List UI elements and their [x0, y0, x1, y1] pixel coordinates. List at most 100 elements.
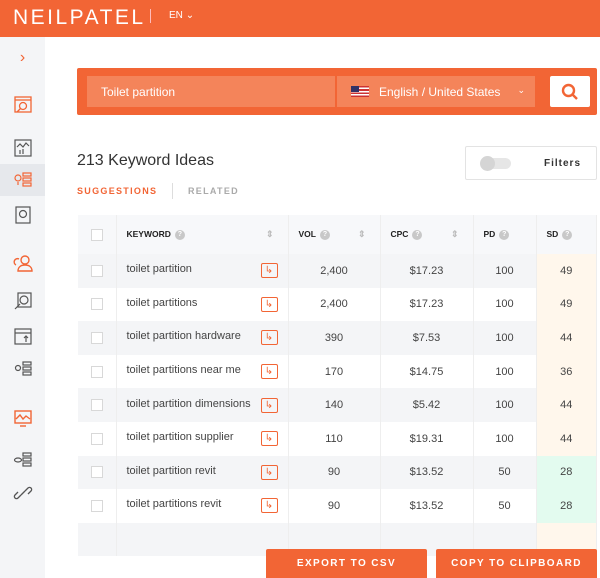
- open-keyword-icon[interactable]: ↳: [260, 498, 278, 514]
- pd-cell: 50: [473, 489, 537, 523]
- sidebar-item-visibility[interactable]: [0, 444, 45, 476]
- divider: [150, 9, 151, 23]
- pd-cell: 100: [473, 321, 537, 355]
- open-keyword-icon[interactable]: ↳: [260, 431, 278, 447]
- sidebar-item-site-audit[interactable]: [0, 89, 45, 121]
- sidebar-item-site-analysis[interactable]: [0, 285, 45, 317]
- open-keyword-icon[interactable]: ↳: [260, 464, 278, 480]
- help-icon[interactable]: ?: [412, 229, 423, 240]
- pd-cell: 50: [473, 455, 537, 490]
- sidebar-item-links[interactable]: [0, 477, 45, 509]
- cpc-cell: $7.53: [380, 321, 474, 355]
- col-pd[interactable]: PD?: [473, 215, 537, 254]
- table-row: toilet partition supplier ↳ 110 $19.31 10…: [78, 421, 597, 456]
- pd-cell: 100: [473, 388, 537, 422]
- tab-suggestions[interactable]: SUGGESTIONS: [77, 186, 157, 196]
- help-icon[interactable]: ?: [174, 229, 185, 240]
- chevron-down-icon: ⌄: [185, 10, 195, 21]
- divider: [172, 183, 173, 199]
- row-checkbox[interactable]: [90, 432, 103, 445]
- row-checkbox[interactable]: [90, 500, 103, 512]
- top-header: NEILPATEL EN ⌄: [0, 0, 600, 37]
- sidebar-item-backlinks[interactable]: [0, 199, 45, 231]
- vol-cell: 90: [288, 455, 381, 490]
- table-row: toilet partition ↳ 2,400 $17.23 100 49: [78, 254, 597, 288]
- sidebar-item-competitors[interactable]: [0, 247, 45, 279]
- sidebar-item-keyword-ideas[interactable]: [0, 164, 45, 196]
- lightbulb-list-icon: [13, 172, 32, 187]
- link-icon: [13, 486, 32, 500]
- open-keyword-icon[interactable]: ↳: [260, 397, 278, 413]
- search-icon: [561, 83, 578, 100]
- keyword-input[interactable]: [87, 76, 335, 107]
- pd-cell: 100: [473, 254, 537, 288]
- cpc-cell: $5.42: [380, 388, 474, 422]
- vol-cell: 2,400: [288, 287, 381, 322]
- filters-toggle[interactable]: [480, 156, 511, 171]
- table-header: KEYWORD? ⇕ VOL? ⇕ CPC? ⇕ PD? SD?: [78, 215, 597, 254]
- cpc-cell: $17.23: [380, 287, 474, 322]
- sd-cell: 28: [536, 489, 597, 523]
- row-checkbox[interactable]: [90, 365, 103, 378]
- export-csv-button[interactable]: EXPORT TO CSV: [266, 549, 427, 578]
- search-button[interactable]: [550, 76, 590, 107]
- col-vol[interactable]: VOL? ⇕: [288, 215, 381, 254]
- open-keyword-icon[interactable]: ↳: [260, 296, 278, 312]
- keyword-cell: toilet partition revit: [126, 464, 216, 477]
- cpc-cell: $14.75: [380, 354, 474, 389]
- col-sd[interactable]: SD?: [536, 215, 597, 254]
- copy-clipboard-button[interactable]: COPY TO CLIPBOARD: [436, 549, 597, 578]
- sidebar-item-traffic[interactable]: [0, 132, 45, 164]
- table-row: toilet partitions near me ↳ 170 $14.75 10…: [78, 354, 597, 389]
- row-checkbox[interactable]: [90, 466, 103, 479]
- sort-icon[interactable]: ⇕: [358, 229, 366, 240]
- table-row: toilet partitions ↳ 2,400 $17.23 100 49: [78, 287, 597, 322]
- cpc-cell: $19.31: [380, 421, 474, 456]
- browser-search-icon: [13, 96, 32, 113]
- keyword-table: KEYWORD? ⇕ VOL? ⇕ CPC? ⇕ PD? SD? toilet par…: [78, 215, 597, 557]
- col-keyword[interactable]: KEYWORD? ⇕: [116, 215, 289, 254]
- row-checkbox[interactable]: [90, 399, 103, 412]
- sidebar: ›: [0, 37, 45, 578]
- filters-button[interactable]: Filters: [465, 146, 597, 180]
- help-icon[interactable]: ?: [499, 229, 510, 240]
- logo[interactable]: NEILPATEL: [13, 6, 146, 30]
- open-keyword-icon[interactable]: ↳: [260, 364, 278, 380]
- col-cpc[interactable]: CPC? ⇕: [380, 215, 474, 254]
- vol-cell: 2,400: [288, 254, 381, 288]
- sidebar-item-monitor[interactable]: [0, 402, 45, 434]
- tab-related[interactable]: RELATED: [188, 186, 239, 196]
- sd-cell: 36: [536, 354, 597, 389]
- keyword-cell: toilet partition hardware: [126, 330, 241, 343]
- open-keyword-icon[interactable]: ↳: [260, 263, 278, 279]
- sidebar-item-rank-tracking[interactable]: [0, 320, 45, 352]
- language-selector[interactable]: EN ⌄: [169, 10, 194, 21]
- keyword-cell: toilet partition dimensions: [126, 397, 251, 410]
- open-keyword-icon[interactable]: ↳: [260, 330, 278, 346]
- pd-cell: 100: [473, 354, 537, 389]
- chevron-down-icon: ⌄: [517, 85, 525, 95]
- row-checkbox[interactable]: [90, 264, 103, 277]
- expand-sidebar-button[interactable]: ›: [0, 42, 45, 74]
- location-select[interactable]: English / United States ⌄: [337, 76, 535, 107]
- help-icon[interactable]: ?: [319, 229, 330, 240]
- select-all-checkbox[interactable]: [90, 228, 103, 241]
- table-row: toilet partition revit ↳ 90 $13.52 50 28: [78, 455, 597, 490]
- help-icon[interactable]: ?: [562, 229, 573, 240]
- cpc-cell: $17.23: [380, 254, 474, 288]
- page-title: 213 Keyword Ideas: [77, 152, 214, 169]
- sort-icon[interactable]: ⇕: [266, 229, 274, 240]
- keyword-cell: toilet partitions near me: [126, 364, 241, 377]
- sort-icon[interactable]: ⇕: [451, 229, 459, 240]
- chart-icon: [13, 139, 32, 157]
- monitor-wave-icon: [13, 410, 32, 427]
- keyword-cell: toilet partition: [126, 263, 192, 276]
- sidebar-item-content-ideas[interactable]: [0, 353, 45, 385]
- row-checkbox[interactable]: [90, 332, 103, 345]
- pd-cell: 100: [473, 421, 537, 456]
- row-checkbox[interactable]: [90, 298, 103, 311]
- search-list-icon: [14, 361, 32, 376]
- table-row: toilet partitions revit ↳ 90 $13.52 50 28: [78, 489, 597, 523]
- table-row: toilet partition hardware ↳ 390 $7.53 100…: [78, 321, 597, 355]
- calendar-up-icon: [13, 328, 32, 345]
